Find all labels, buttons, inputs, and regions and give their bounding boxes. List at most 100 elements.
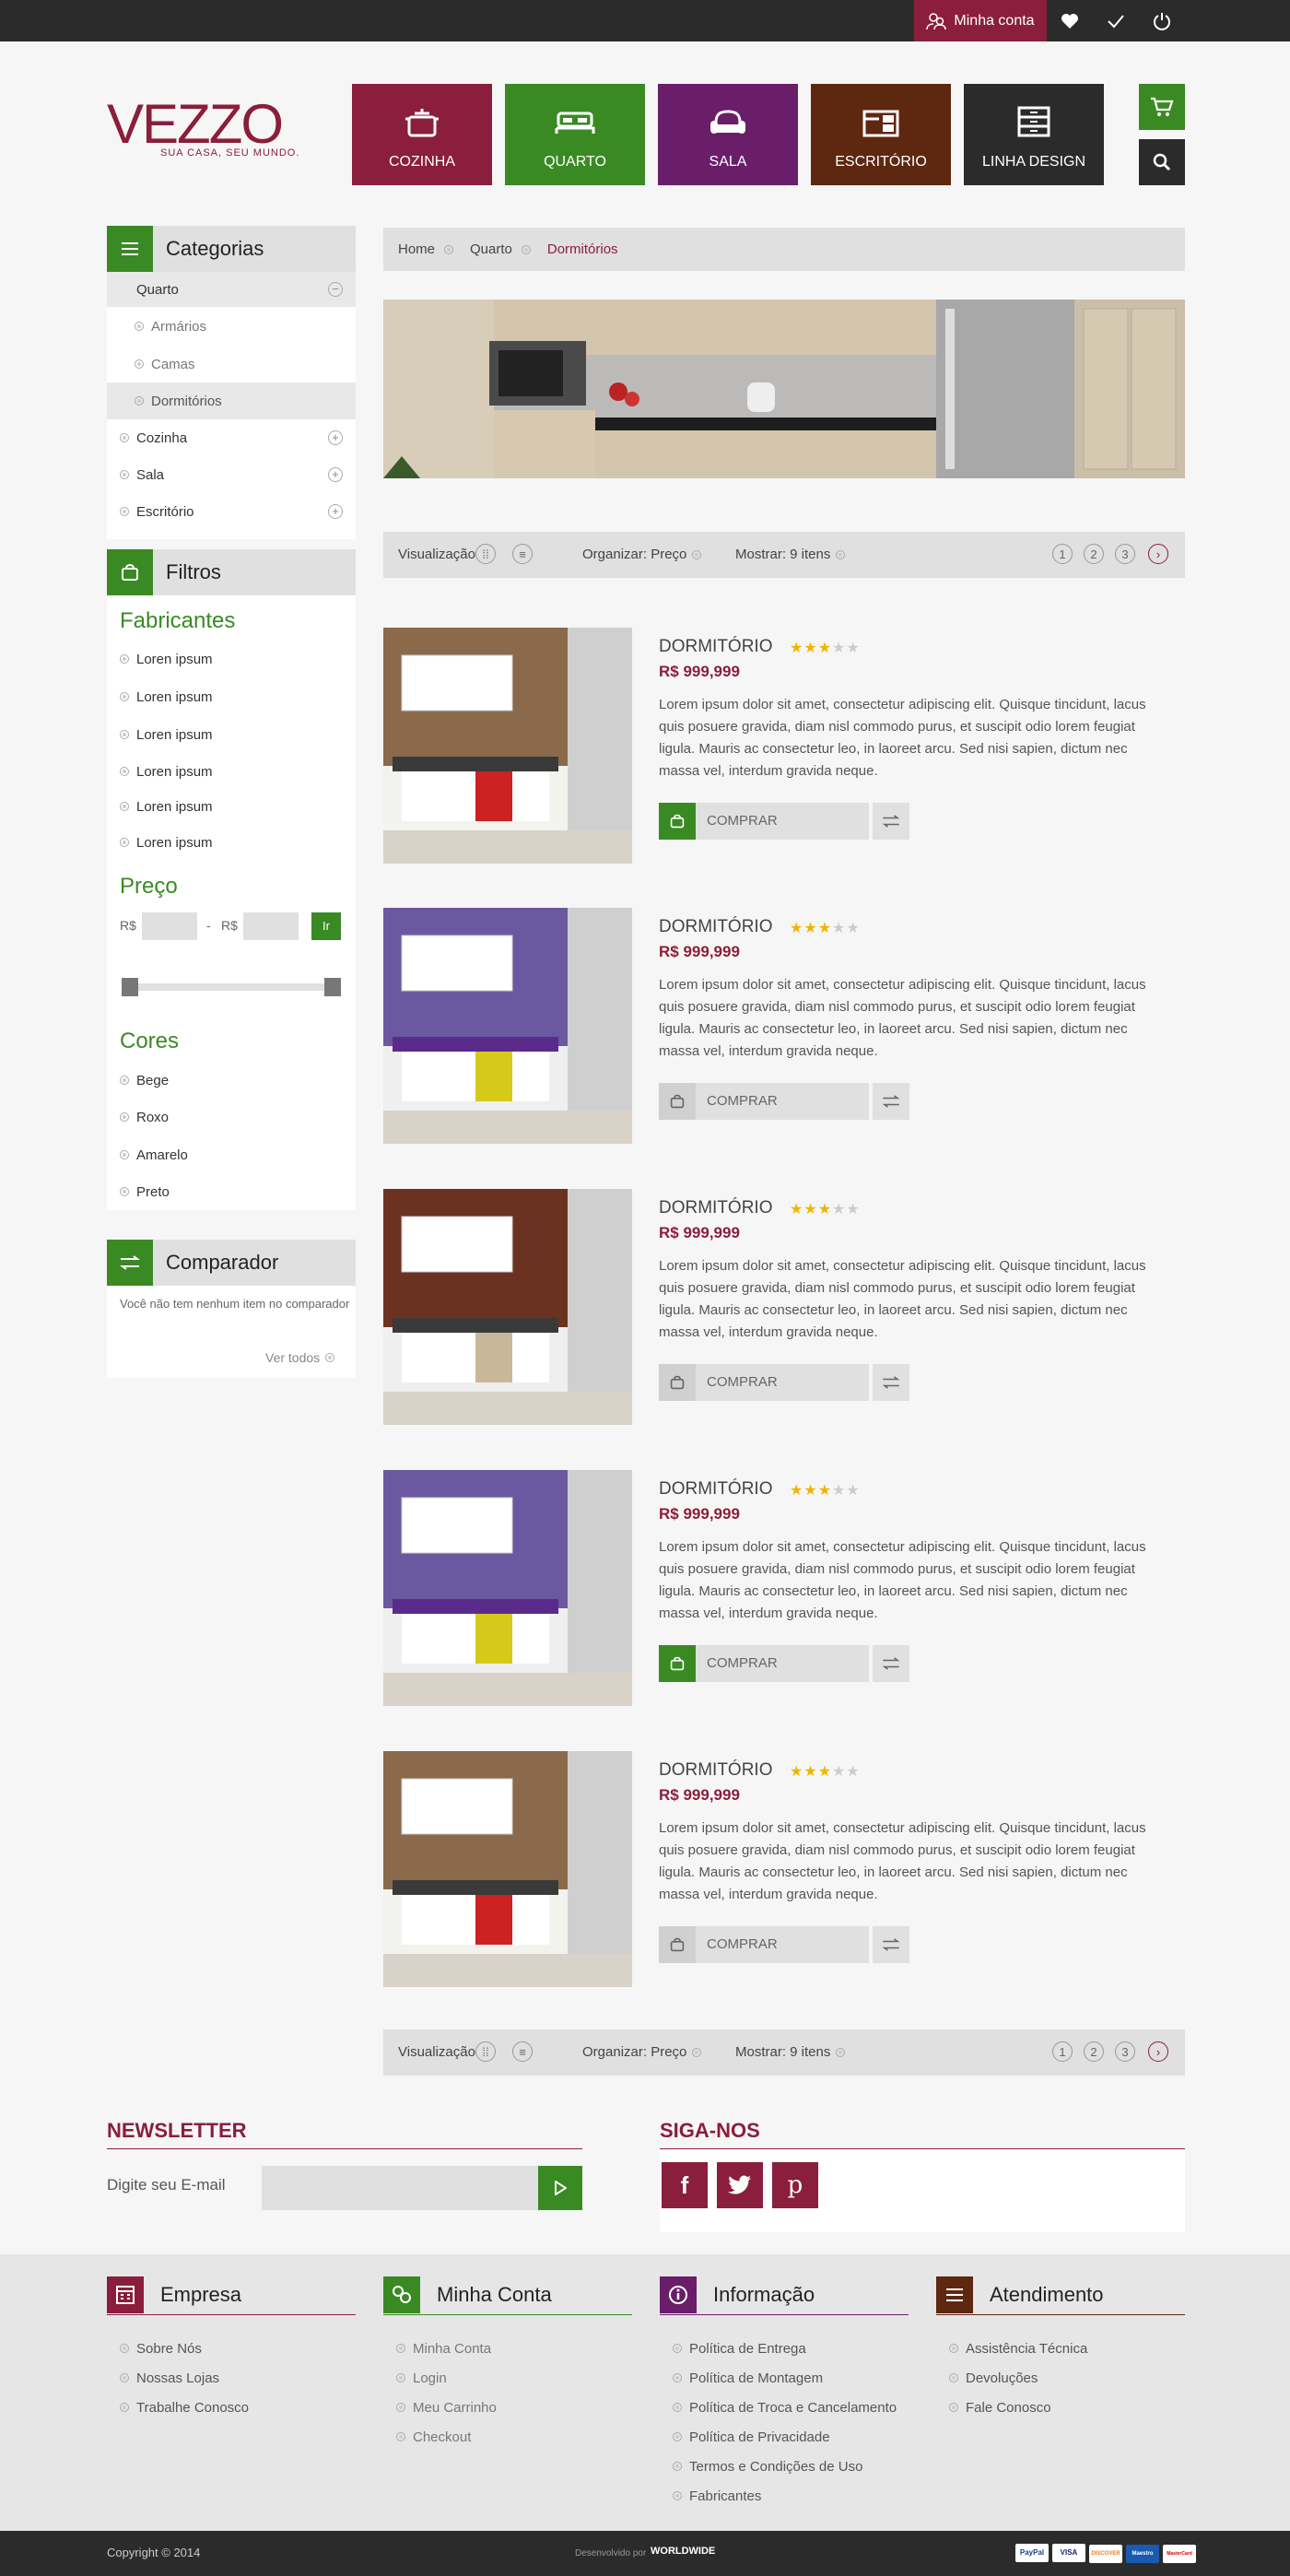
product-image[interactable] xyxy=(383,1470,632,1706)
product-image[interactable] xyxy=(383,908,632,1144)
my-account-link[interactable]: Minha conta xyxy=(914,0,1047,41)
product-name[interactable]: DORMITÓRIO xyxy=(659,1198,773,1218)
footer-link[interactable]: Nossas Lojas xyxy=(120,2363,249,2393)
buy-button[interactable]: COMPRAR xyxy=(659,1364,869,1401)
price-slider-track[interactable] xyxy=(125,983,341,991)
compare-icon[interactable] xyxy=(873,803,909,840)
buy-button[interactable]: COMPRAR xyxy=(659,1926,869,1963)
compare-icon[interactable] xyxy=(873,1645,909,1682)
brand-logo[interactable]: VEZZO SUA CASA, SEU MUNDO. xyxy=(107,97,299,159)
footer-link[interactable]: Devoluções xyxy=(949,2363,1087,2393)
page-3-button[interactable]: 3 xyxy=(1115,2041,1135,2062)
page-3-button[interactable]: 3 xyxy=(1115,544,1135,564)
page-2-button[interactable]: 2 xyxy=(1084,2041,1104,2062)
twitter-icon[interactable] xyxy=(717,2162,763,2208)
footer-link[interactable]: Assistência Técnica xyxy=(949,2334,1087,2363)
maker-option[interactable]: Loren ipsum xyxy=(107,679,356,714)
subcategory-dormitorios[interactable]: Dormitórios xyxy=(107,382,356,419)
color-option[interactable]: Preto xyxy=(107,1174,356,1209)
maker-option[interactable]: Loren ipsum xyxy=(107,754,356,789)
cart-button[interactable] xyxy=(1139,84,1185,130)
expand-icon[interactable]: + xyxy=(328,430,343,445)
expand-icon[interactable]: + xyxy=(328,504,343,519)
category-cozinha[interactable]: Cozinha + xyxy=(107,419,356,456)
maker-option[interactable]: Loren ipsum xyxy=(107,789,356,824)
price-go-button[interactable]: Ir xyxy=(311,912,341,940)
color-option[interactable]: Roxo xyxy=(107,1100,356,1135)
expand-icon[interactable]: + xyxy=(328,467,343,482)
category-sala[interactable]: Sala + xyxy=(107,456,356,493)
footer-link[interactable]: Login xyxy=(396,2363,497,2393)
maker-option[interactable]: Loren ipsum xyxy=(107,717,356,752)
page-2-button[interactable]: 2 xyxy=(1084,544,1104,564)
category-tile-quarto[interactable]: QUARTO xyxy=(505,84,645,185)
grid-view-icon[interactable]: ⁞⁞ xyxy=(475,2041,496,2062)
list-view-icon[interactable]: ≡ xyxy=(512,544,533,564)
buy-button[interactable]: COMPRAR xyxy=(659,1645,869,1682)
category-tile-escritorio[interactable]: ESCRITÓRIO xyxy=(811,84,951,185)
product-name[interactable]: DORMITÓRIO xyxy=(659,1760,773,1781)
product-name[interactable]: DORMITÓRIO xyxy=(659,917,773,937)
next-page-icon[interactable]: › xyxy=(1148,544,1168,564)
maker-option[interactable]: Loren ipsum xyxy=(107,641,356,676)
footer-link[interactable]: Minha Conta xyxy=(396,2334,497,2363)
product-image[interactable] xyxy=(383,1751,632,1987)
sort-select[interactable]: Organizar: Preço xyxy=(582,532,709,578)
buy-button[interactable]: COMPRAR xyxy=(659,803,869,840)
grid-view-icon[interactable]: ⁞⁞ xyxy=(475,544,496,564)
power-icon[interactable] xyxy=(1139,0,1185,41)
next-page-icon[interactable]: › xyxy=(1148,2041,1168,2062)
collapse-icon[interactable]: − xyxy=(328,282,343,297)
compare-icon[interactable] xyxy=(873,1083,909,1120)
wishlist-icon[interactable] xyxy=(1047,0,1093,41)
maker-option[interactable]: Loren ipsum xyxy=(107,825,356,860)
newsletter-submit-button[interactable] xyxy=(538,2166,582,2210)
product-image[interactable] xyxy=(383,628,632,864)
footer-link[interactable]: Meu Carrinho xyxy=(396,2393,497,2422)
check-icon[interactable] xyxy=(1093,0,1139,41)
category-active-quarto[interactable]: Quarto − xyxy=(107,272,356,307)
product-name[interactable]: DORMITÓRIO xyxy=(659,1479,773,1500)
breadcrumb-home[interactable]: Home xyxy=(398,241,435,257)
category-tile-cozinha[interactable]: COZINHA xyxy=(352,84,492,185)
see-all-link[interactable]: Ver todos xyxy=(265,1350,342,1365)
footer-link[interactable]: Checkout xyxy=(396,2422,497,2452)
price-min-input[interactable] xyxy=(142,912,197,940)
footer-link[interactable]: Política de Montagem xyxy=(673,2363,897,2393)
category-escritorio[interactable]: Escritório + xyxy=(107,493,356,530)
color-option[interactable]: Amarelo xyxy=(107,1137,356,1172)
category-tile-sala[interactable]: SALA xyxy=(658,84,798,185)
category-tile-linha-design[interactable]: LINHA DESIGN xyxy=(964,84,1104,185)
show-select[interactable]: Mostrar: 9 itens xyxy=(735,2029,852,2076)
price-slider-max-handle[interactable] xyxy=(324,978,341,996)
search-button[interactable] xyxy=(1139,139,1185,185)
footer-link[interactable]: Política de Privacidade xyxy=(673,2422,897,2452)
list-view-icon[interactable]: ≡ xyxy=(512,2041,533,2062)
price-slider-min-handle[interactable] xyxy=(122,978,138,996)
footer-link[interactable]: Termos e Condições de Uso xyxy=(673,2452,897,2481)
subcategory-camas[interactable]: Camas xyxy=(107,346,356,382)
footer-link[interactable]: Sobre Nós xyxy=(120,2334,249,2363)
facebook-icon[interactable]: f xyxy=(662,2162,708,2208)
breadcrumb-quarto[interactable]: Quarto xyxy=(470,241,512,257)
footer-link[interactable]: Fabricantes xyxy=(673,2481,897,2511)
compare-icon[interactable] xyxy=(873,1926,909,1963)
sort-select[interactable]: Organizar: Preço xyxy=(582,2029,709,2076)
footer-link[interactable]: Política de Entrega xyxy=(673,2334,897,2363)
footer-link[interactable]: Política de Troca e Cancelamento xyxy=(673,2393,897,2422)
newsletter-email-input[interactable] xyxy=(262,2166,538,2210)
compare-icon[interactable] xyxy=(873,1364,909,1401)
show-select[interactable]: Mostrar: 9 itens xyxy=(735,532,852,578)
pinterest-icon[interactable]: p xyxy=(772,2162,818,2208)
page-1-button[interactable]: 1 xyxy=(1052,544,1073,564)
page-1-button[interactable]: 1 xyxy=(1052,2041,1073,2062)
buy-button[interactable]: COMPRAR xyxy=(659,1083,869,1120)
color-option[interactable]: Bege xyxy=(107,1063,356,1098)
footer-link[interactable]: Trabalhe Conosco xyxy=(120,2393,249,2422)
price-max-input[interactable] xyxy=(243,912,299,940)
footer-link[interactable]: Fale Conosco xyxy=(949,2393,1087,2422)
product-name[interactable]: DORMITÓRIO xyxy=(659,637,773,657)
developer-logo[interactable]: WORLDWIDE xyxy=(651,2546,715,2557)
product-image[interactable] xyxy=(383,1189,632,1425)
subcategory-armarios[interactable]: Armários xyxy=(107,307,356,346)
